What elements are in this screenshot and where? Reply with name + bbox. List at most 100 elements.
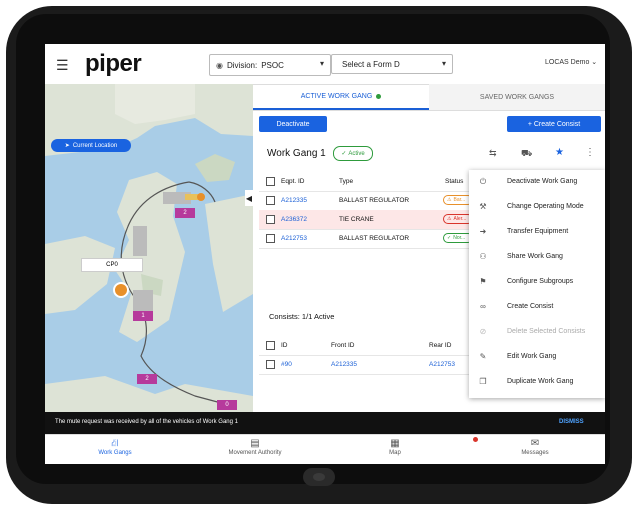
row-checkbox[interactable] [266, 360, 275, 369]
menu-item-label: Duplicate Work Gang [507, 378, 574, 385]
work-gang-options-menu: ⏻ Deactivate Work Gang ⚒ Change Operatin… [469, 170, 605, 398]
chevron-down-icon: ▾ [319, 59, 324, 68]
consist-id-link[interactable]: #90 [281, 361, 292, 368]
active-dot-icon [376, 93, 382, 99]
row-checkbox[interactable] [266, 196, 275, 205]
create-consist-button[interactable]: + Create Consist [507, 116, 601, 132]
menu-item-create-consist[interactable]: ∞ Create Consist [469, 295, 605, 320]
snackbar: The mute request was received by all of … [45, 412, 605, 434]
menu-item-share-work-gang[interactable]: ⚇ Share Work Gang [469, 245, 605, 270]
messages-icon: ✉ [465, 437, 605, 450]
transfer-icon: ➜ [479, 227, 487, 236]
deactivate-button[interactable]: Deactivate [259, 116, 327, 132]
current-location-button[interactable]: ➤ Current Location [51, 139, 131, 152]
select-all-checkbox[interactable] [266, 177, 275, 186]
menu-item-label: Delete Selected Consists [507, 328, 586, 335]
copy-icon: ❐ [479, 377, 487, 386]
user-menu[interactable]: LOCAS Demo ⌄ [545, 58, 597, 66]
row-checkbox[interactable] [266, 234, 275, 243]
vehicle-location-icon[interactable] [113, 282, 129, 298]
menu-item-change-operating-mode[interactable]: ⚒ Change Operating Mode [469, 195, 605, 220]
menu-item-delete-selected-consists[interactable]: ⊘ Delete Selected Consists [469, 320, 605, 345]
alert-icon: ⚠ [447, 216, 452, 222]
status-badge: ✓ Active [333, 146, 373, 161]
bottom-navigation: ⛜ Work Gangs ▤ Movement Authority ▦ Map … [45, 434, 605, 464]
marker-label: 2 [183, 210, 187, 216]
chevron-down-icon: ▾ [441, 59, 446, 68]
status-pill-label: Aler... [453, 216, 467, 222]
column-header: Eqpt. ID [281, 178, 305, 185]
tab-label: SAVED WORK GANGS [479, 93, 555, 101]
top-bar: ☰ piper ◉ Division: PSOC ▾ Select a Form… [45, 44, 605, 85]
menu-item-label: Change Operating Mode [507, 203, 584, 210]
subgroups-icon: ⚑ [479, 277, 487, 286]
column-header: ID [281, 342, 288, 349]
equipment-type: BALLAST REGULATOR [339, 197, 410, 204]
vehicle-icon[interactable]: ⛟ [521, 148, 532, 160]
equipment-id-link[interactable]: A236372 [281, 216, 307, 223]
nav-item-label: Map [389, 450, 401, 456]
menu-item-duplicate-work-gang[interactable]: ❐ Duplicate Work Gang [469, 370, 605, 395]
equipment-id-link[interactable]: A212335 [281, 197, 307, 204]
mode-icon: ⚒ [479, 202, 487, 211]
division-value: PSOC [261, 60, 284, 70]
nav-item-label: Work Gangs [98, 450, 132, 456]
app-screen: ☰ piper ◉ Division: PSOC ▾ Select a Form… [45, 44, 605, 464]
favorite-star-icon[interactable]: ★ [555, 147, 564, 158]
front-id-link[interactable]: A212335 [331, 361, 357, 368]
map-view[interactable]: ➤ Current Location CP0 2 1 2 0 ◀ [45, 84, 253, 412]
nav-item-messages[interactable]: ✉ Messages [465, 437, 605, 464]
work-gangs-icon: ⛜ [111, 438, 119, 449]
nav-item-label: Movement Authority [228, 450, 282, 456]
column-header: Rear ID [429, 342, 452, 349]
unlink-icon: ⊘ [479, 327, 487, 336]
check-icon: ✓ [447, 235, 452, 241]
map-canvas [45, 84, 253, 412]
rear-id-link[interactable]: A212753 [429, 361, 455, 368]
map-icon: ▦ [390, 438, 400, 449]
menu-item-edit-work-gang[interactable]: ✎ Edit Work Gang [469, 345, 605, 370]
notification-dot-icon [473, 437, 478, 442]
menu-item-configure-subgroups[interactable]: ⚑ Configure Subgroups [469, 270, 605, 295]
nav-item-movement-authority[interactable]: ▤ Movement Authority [185, 437, 325, 464]
select-all-checkbox[interactable] [266, 341, 275, 350]
menu-item-deactivate-work-gang[interactable]: ⏻ Deactivate Work Gang [469, 170, 605, 195]
power-icon: ⏻ [479, 177, 487, 186]
tab-active-work-gang[interactable]: ACTIVE WORK GANG [253, 84, 429, 110]
route-icon[interactable]: ⇆ [489, 148, 497, 159]
work-gang-tabs: ACTIVE WORK GANG SAVED WORK GANGS [253, 84, 605, 111]
nav-item-work-gangs[interactable]: ⛜ Work Gangs [45, 437, 185, 464]
consists-title: Consists: 1/1 Active [269, 312, 335, 321]
menu-item-transfer-equipment[interactable]: ➜ Transfer Equipment [469, 220, 605, 245]
hamburger-menu-icon[interactable]: ☰ [56, 57, 69, 74]
equipment-id-link[interactable]: A212753 [281, 235, 307, 242]
map-marker[interactable]: 0 [217, 400, 237, 410]
dismiss-button[interactable]: DISMISS [559, 419, 584, 425]
link-icon: ∞ [480, 302, 486, 311]
work-gang-title: Work Gang 1 [267, 148, 326, 159]
menu-item-label: Edit Work Gang [507, 353, 557, 360]
column-header: Front ID [331, 342, 355, 349]
row-checkbox[interactable] [266, 215, 275, 224]
snackbar-message: The mute request was received by all of … [55, 419, 238, 425]
column-header: Type [339, 178, 354, 185]
map-marker-label-cp0[interactable]: CP0 [81, 258, 143, 272]
form-dropdown[interactable]: Select a Form D ▾ [331, 54, 453, 74]
marker-label: 0 [225, 402, 229, 408]
marker-label: CP0 [106, 262, 118, 268]
division-label: Division: [226, 60, 258, 70]
more-options-icon[interactable]: ⋮ [585, 147, 595, 158]
collapse-panel-icon[interactable]: ◀ [245, 190, 253, 206]
nav-item-map[interactable]: ▦ Map [325, 437, 465, 464]
status-pill-label: Nor... [453, 235, 466, 241]
movement-authority-icon: ▤ [250, 438, 260, 449]
division-dropdown[interactable]: ◉ Division: PSOC ▾ [209, 54, 331, 76]
nav-item-label: Messages [521, 450, 549, 456]
map-marker[interactable]: 2 [175, 208, 195, 218]
status-pill-label: Bar... [453, 197, 466, 203]
tab-saved-work-gangs[interactable]: SAVED WORK GANGS [429, 84, 605, 110]
marker-label: 2 [145, 376, 149, 382]
map-marker[interactable]: 1 [133, 311, 153, 321]
map-marker[interactable]: 2 [137, 374, 157, 384]
marker-label: 1 [141, 313, 145, 319]
